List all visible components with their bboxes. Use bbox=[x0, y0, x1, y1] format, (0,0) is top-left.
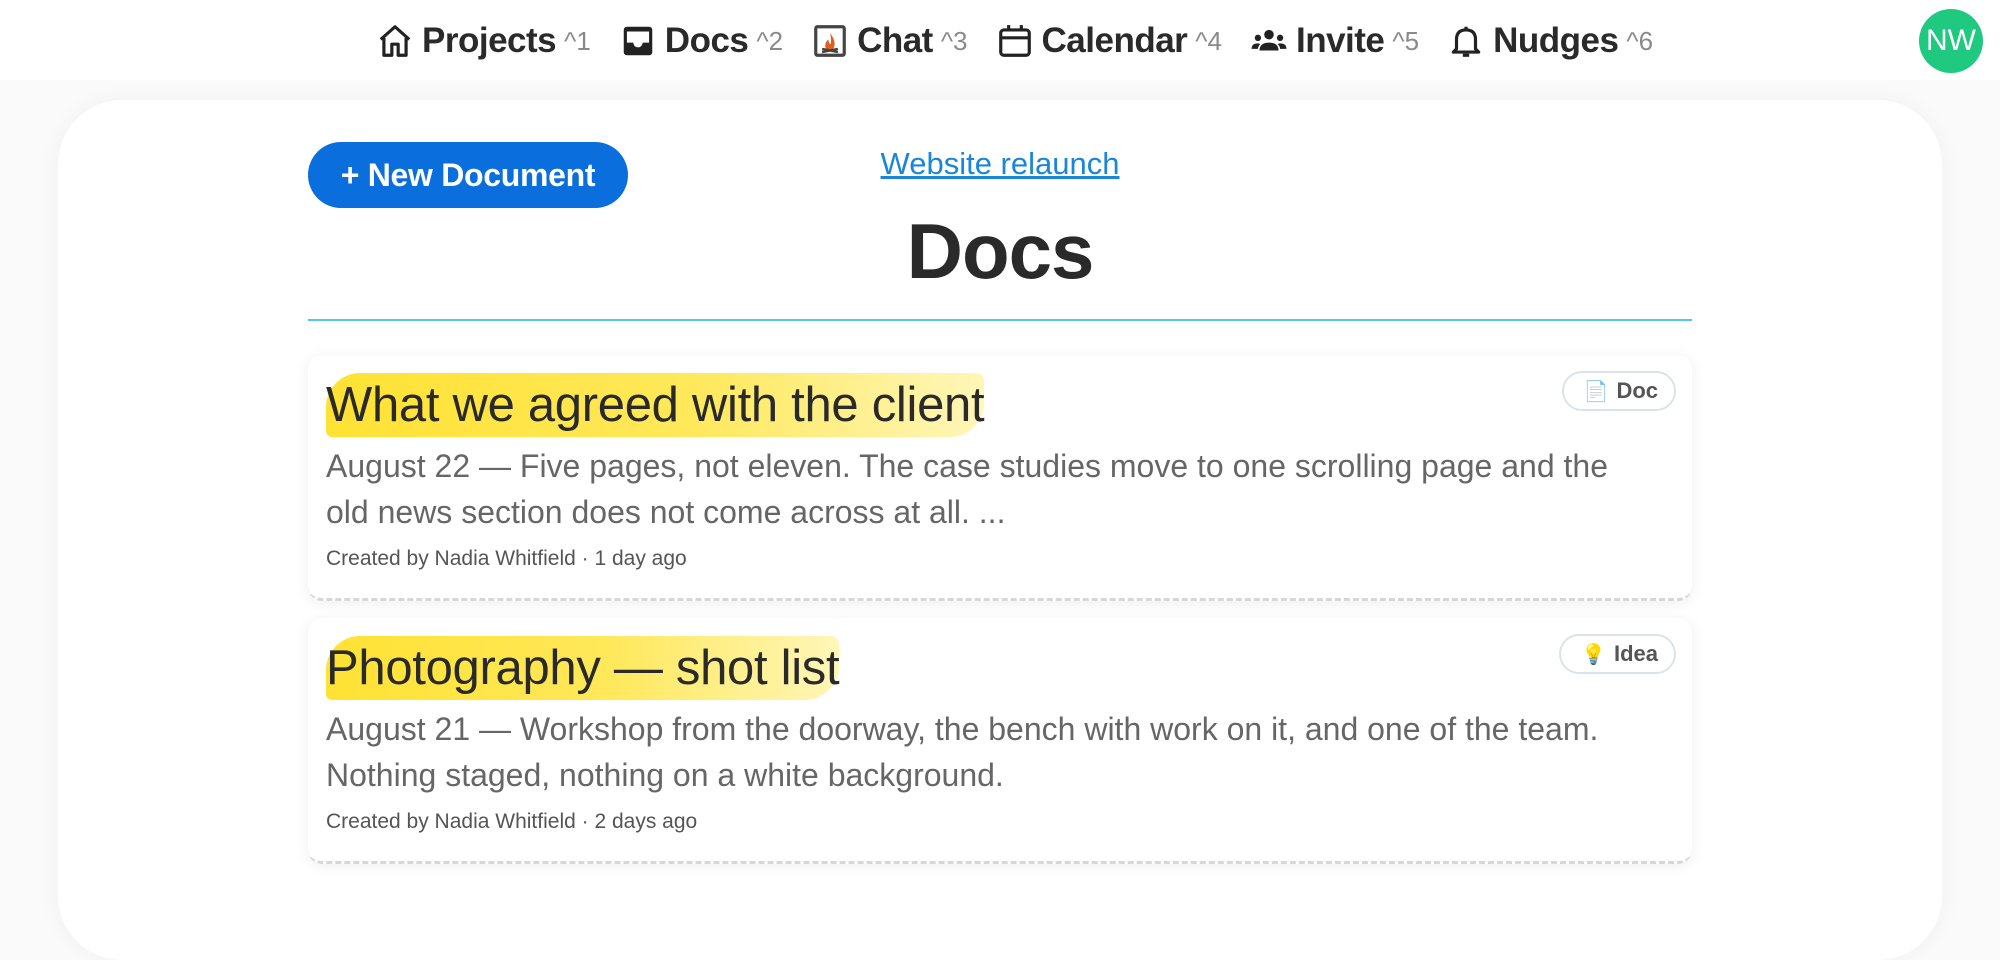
nav-item-projects[interactable]: Projects ^1 bbox=[376, 21, 591, 61]
nav-bar: Projects ^1 Docs ^2 Chat ^3 Calendar ^4 … bbox=[376, 18, 1681, 64]
nav-item-chat[interactable]: Chat ^3 bbox=[811, 21, 968, 61]
doc-card[interactable]: What we agreed with the client 📄 Doc Aug… bbox=[308, 355, 1692, 601]
nav-item-calendar[interactable]: Calendar ^4 bbox=[996, 21, 1222, 61]
doc-meta: Created by Nadia Whitfield · 1 day ago bbox=[326, 547, 687, 570]
nav-label: Invite bbox=[1295, 21, 1385, 60]
nav-shortcut: ^2 bbox=[756, 25, 784, 56]
doc-card[interactable]: Photography — shot list 💡 Idea August 21… bbox=[308, 618, 1692, 864]
nav-label: Chat bbox=[857, 21, 933, 60]
people-icon bbox=[1251, 29, 1287, 51]
avatar[interactable]: NW bbox=[1919, 9, 1983, 73]
doc-type-badge: 📄 Doc bbox=[1561, 371, 1676, 411]
nav-shortcut: ^1 bbox=[564, 25, 591, 56]
nav-label: Nudges bbox=[1493, 21, 1619, 60]
bell-icon bbox=[1451, 26, 1481, 57]
top-navigation: Projects ^1 Docs ^2 Chat ^3 Calendar ^4 … bbox=[0, 0, 2000, 80]
home-icon bbox=[379, 25, 411, 57]
project-link[interactable]: Website relaunch bbox=[881, 146, 1120, 181]
doc-title[interactable]: Photography — shot list bbox=[326, 636, 840, 700]
nav-label: Docs bbox=[664, 21, 749, 60]
lightbulb-icon: 💡 bbox=[1581, 643, 1606, 666]
doc-type-badge: 💡 Idea bbox=[1559, 634, 1676, 674]
nav-item-docs[interactable]: Docs ^2 bbox=[619, 21, 783, 61]
nav-label: Calendar bbox=[1041, 21, 1188, 60]
doc-title[interactable]: What we agreed with the client bbox=[326, 373, 985, 437]
nav-shortcut: ^5 bbox=[1392, 25, 1420, 56]
nav-item-invite[interactable]: Invite ^5 bbox=[1250, 21, 1419, 61]
doc-excerpt: August 22 — Five pages, not eleven. The … bbox=[326, 448, 1608, 530]
nav-item-nudges[interactable]: Nudges ^6 bbox=[1447, 21, 1653, 61]
doc-meta: Created by Nadia Whitfield · 2 days ago bbox=[326, 810, 698, 833]
nav-shortcut: ^4 bbox=[1195, 25, 1222, 56]
document-icon: 📄 bbox=[1583, 380, 1609, 403]
inbox-icon bbox=[623, 26, 653, 56]
badge-label: Doc bbox=[1616, 378, 1658, 403]
calendar-icon bbox=[998, 25, 1031, 57]
badge-label: Idea bbox=[1613, 641, 1658, 666]
page-title: Docs bbox=[906, 207, 1095, 295]
doc-excerpt: August 21 — Workshop from the doorway, t… bbox=[326, 711, 1599, 793]
project-link-row: Website relaunch bbox=[0, 146, 2000, 182]
divider bbox=[308, 319, 1692, 321]
campfire-icon bbox=[814, 25, 846, 57]
nav-shortcut: ^3 bbox=[940, 25, 968, 56]
nav-label: Projects bbox=[422, 21, 557, 60]
nav-shortcut: ^6 bbox=[1626, 25, 1654, 56]
